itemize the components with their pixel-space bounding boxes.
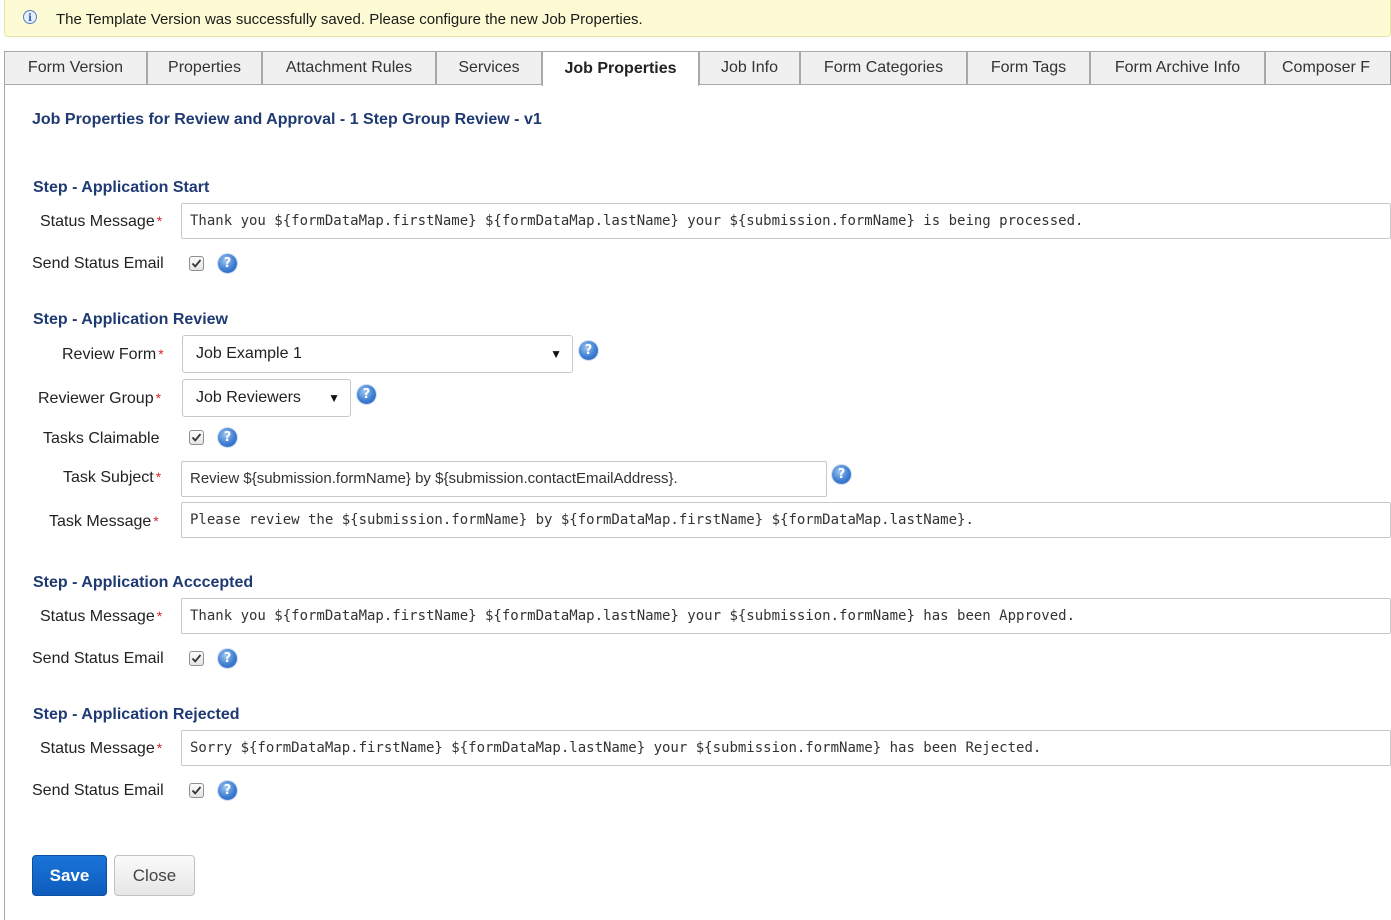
help-icon[interactable]: ? [218, 254, 237, 273]
review-form-label: Review Form * [62, 346, 164, 364]
task-message-label: Task Message * [49, 513, 159, 531]
label-text: Task Message [49, 513, 152, 530]
tab-form-categories[interactable]: Form Categories [800, 51, 967, 84]
label-text: Status Message [40, 608, 155, 625]
help-icon[interactable]: ? [832, 465, 851, 484]
required-marker: * [156, 608, 163, 624]
help-icon[interactable]: ? [579, 341, 598, 360]
step-start-heading: Step - Application Start [33, 179, 210, 196]
rejected-send-email-label: Send Status Email [32, 782, 164, 799]
tab-form-version[interactable]: Form Version [4, 51, 147, 84]
tab-form-archive-info[interactable]: Form Archive Info [1090, 51, 1265, 84]
start-send-email-checkbox[interactable] [189, 256, 204, 271]
notice-message: The Template Version was successfully sa… [56, 11, 643, 28]
label-text: Status Message [40, 213, 155, 230]
step-review-heading: Step - Application Review [33, 311, 228, 328]
tasks-claimable-checkbox[interactable] [189, 430, 204, 445]
step-rejected-heading: Step - Application Rejected [33, 706, 240, 723]
review-form-value: Job Example 1 [196, 345, 302, 362]
start-status-message-input[interactable]: Thank you ${formDataMap.firstName} ${for… [181, 203, 1391, 239]
tab-properties[interactable]: Properties [147, 51, 262, 84]
tab-job-properties[interactable]: Job Properties [542, 51, 699, 86]
tab-job-info[interactable]: Job Info [699, 51, 800, 84]
rejected-send-email-checkbox[interactable] [189, 783, 204, 798]
page-title: Job Properties for Review and Approval -… [32, 111, 542, 128]
reviewer-group-label: Reviewer Group * [38, 390, 161, 408]
tab-form-tags[interactable]: Form Tags [967, 51, 1090, 84]
tasks-claimable-label: Tasks Claimable [43, 430, 160, 447]
required-marker: * [155, 469, 162, 485]
help-icon[interactable]: ? [218, 649, 237, 668]
success-notice: i The Template Version was successfully … [4, 0, 1391, 37]
rejected-status-message-label: Status Message * [40, 740, 162, 758]
required-marker: * [156, 213, 163, 229]
tab-services[interactable]: Services [436, 51, 542, 84]
rejected-status-message-input[interactable]: Sorry ${formDataMap.firstName} ${formDat… [181, 730, 1391, 766]
start-send-email-label: Send Status Email [32, 255, 164, 272]
accepted-status-message-input[interactable]: Thank you ${formDataMap.firstName} ${for… [181, 598, 1391, 634]
accepted-status-message-label: Status Message * [40, 608, 162, 626]
required-marker: * [155, 390, 162, 406]
tab-attachment-rules[interactable]: Attachment Rules [262, 51, 436, 84]
save-button[interactable]: Save [32, 855, 107, 896]
start-status-message-label: Status Message * [40, 213, 162, 231]
dropdown-arrow-icon: ▼ [550, 347, 562, 361]
label-text: Task Subject [63, 469, 154, 486]
help-icon[interactable]: ? [218, 428, 237, 447]
reviewer-group-value: Job Reviewers [196, 389, 301, 406]
label-text: Review Form [62, 346, 157, 363]
info-icon: i [23, 10, 37, 24]
help-icon[interactable]: ? [218, 781, 237, 800]
help-icon[interactable]: ? [357, 385, 376, 404]
dropdown-arrow-icon: ▼ [328, 391, 340, 405]
task-subject-input[interactable]: Review ${submission.formName} by ${submi… [181, 461, 827, 497]
tab-bar: Form Version Properties Attachment Rules… [4, 51, 1391, 86]
label-text: Reviewer Group [38, 390, 154, 407]
required-marker: * [158, 346, 164, 362]
review-form-select[interactable]: Job Example 1 ▼ [182, 335, 573, 373]
accepted-send-email-checkbox[interactable] [189, 651, 204, 666]
reviewer-group-select[interactable]: Job Reviewers ▼ [182, 379, 351, 417]
task-message-input[interactable]: Please review the ${submission.formName}… [181, 502, 1391, 538]
required-marker: * [153, 513, 159, 529]
checkmark-icon [191, 259, 202, 268]
accepted-send-email-label: Send Status Email [32, 650, 164, 667]
label-text: Status Message [40, 740, 155, 757]
checkmark-icon [191, 654, 202, 663]
required-marker: * [156, 740, 163, 756]
checkmark-icon [191, 786, 202, 795]
close-button[interactable]: Close [114, 855, 195, 896]
checkmark-icon [191, 433, 202, 442]
tab-composer[interactable]: Composer F [1265, 51, 1391, 84]
task-subject-label: Task Subject * [63, 469, 161, 487]
svg-text:i: i [28, 13, 32, 24]
step-accepted-heading: Step - Application Acccepted [33, 574, 254, 591]
